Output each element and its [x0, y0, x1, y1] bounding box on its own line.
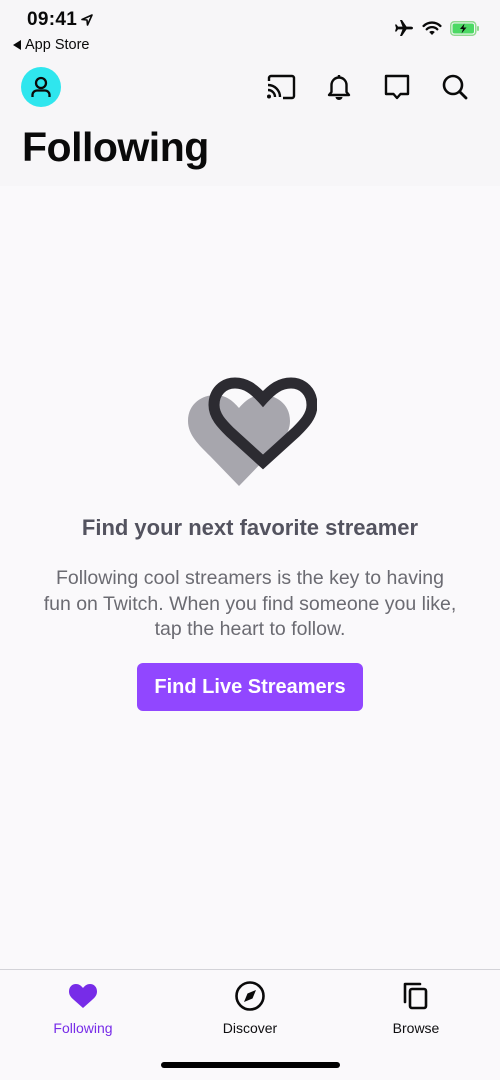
- tab-discover[interactable]: Discover: [190, 980, 310, 1036]
- search-icon: [442, 74, 468, 100]
- status-icons: [394, 19, 480, 37]
- header-actions: [266, 72, 470, 102]
- chat-icon: [384, 74, 410, 100]
- battery-charging-icon: [450, 20, 479, 36]
- profile-avatar-button[interactable]: [21, 67, 61, 107]
- search-button[interactable]: [440, 72, 470, 102]
- empty-state-title: Find your next favorite streamer: [81, 515, 419, 540]
- page-title: Following: [22, 124, 209, 170]
- home-indicator[interactable]: [161, 1062, 340, 1068]
- tab-browse-label: Browse: [392, 1020, 440, 1036]
- hearts-icon: [188, 377, 317, 486]
- status-time: 09:41: [27, 9, 94, 31]
- notifications-button[interactable]: [324, 72, 354, 102]
- heart-icon: [69, 984, 97, 1008]
- wifi-icon: [422, 20, 442, 35]
- back-triangle-icon: [13, 40, 21, 50]
- tab-following-label: Following: [53, 1020, 113, 1036]
- back-to-app-store[interactable]: App Store: [13, 37, 90, 53]
- whispers-button[interactable]: [382, 72, 412, 102]
- tab-discover-label: Discover: [222, 1020, 278, 1036]
- back-app-label: App Store: [25, 37, 90, 53]
- tab-browse[interactable]: Browse: [356, 980, 476, 1036]
- find-live-streamers-button[interactable]: Find Live Streamers: [137, 663, 363, 711]
- location-arrow-icon: [81, 14, 93, 26]
- bell-icon: [327, 75, 351, 100]
- time-text: 09:41: [27, 9, 78, 30]
- airplane-icon: [395, 20, 413, 36]
- user-icon: [31, 76, 51, 97]
- compass-icon: [235, 981, 265, 1011]
- copy-icon: [403, 982, 428, 1010]
- cast-button[interactable]: [266, 72, 296, 102]
- empty-state-description: Following cool streamers is the key to h…: [43, 567, 457, 640]
- tab-following[interactable]: Following: [23, 980, 143, 1036]
- cast-icon: [267, 74, 296, 100]
